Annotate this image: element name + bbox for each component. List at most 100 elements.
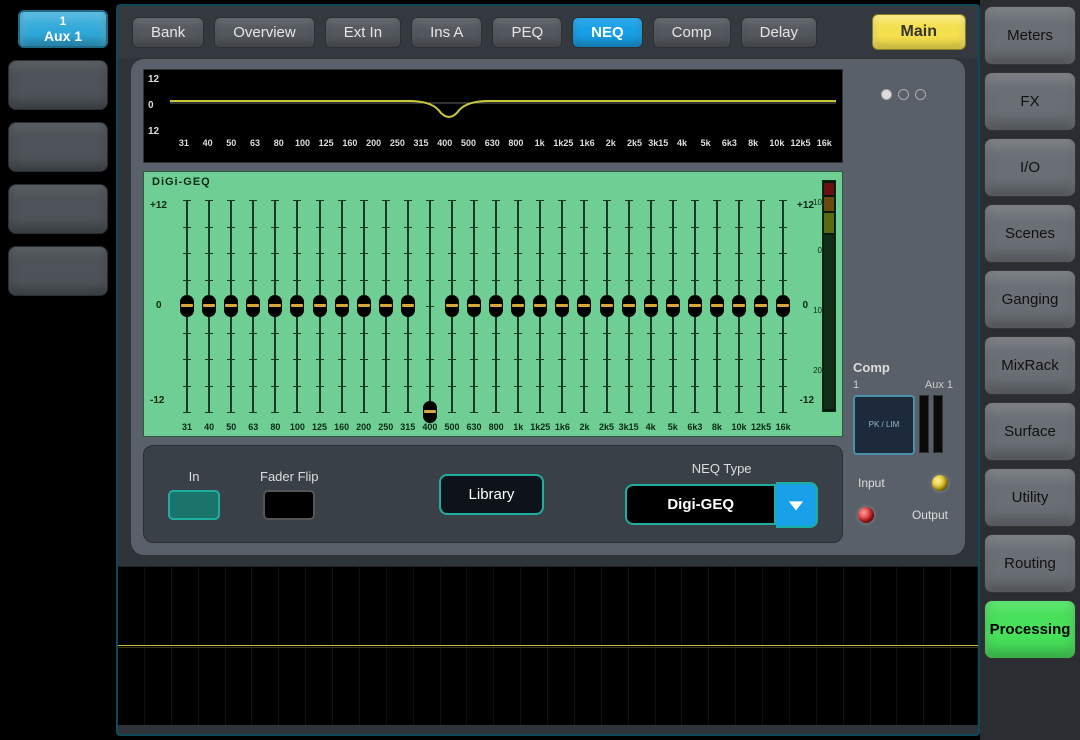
fader-knob-icon (379, 295, 393, 317)
meter-label: 10 (813, 306, 822, 315)
nav-processing[interactable]: Processing (984, 600, 1076, 659)
nav-routing[interactable]: Routing (984, 534, 1076, 593)
channel-name: Aux 1 (20, 28, 106, 44)
geq-fader[interactable] (375, 200, 397, 412)
freq-label: 8k (741, 138, 765, 148)
freq-label: 250 (385, 138, 409, 148)
tab-insa[interactable]: Ins A (411, 17, 482, 48)
freq-label: 100 (291, 138, 315, 148)
fader-knob-icon (335, 295, 349, 317)
fader-knob-icon (357, 295, 371, 317)
channel-slot[interactable] (8, 122, 108, 172)
geq-fader[interactable] (331, 200, 353, 412)
freq-label: 16k (812, 138, 836, 148)
freq-label: 31 (176, 422, 198, 432)
geq-fader[interactable] (485, 200, 507, 412)
eq-response-curve[interactable]: 12 0 12 31405063801001251602002503154005… (143, 69, 843, 163)
geq-fader[interactable] (573, 200, 595, 412)
fader-knob-icon (644, 295, 658, 317)
nav-meters[interactable]: Meters (984, 6, 1076, 65)
freq-label: 31 (172, 138, 196, 148)
geq-fader[interactable] (772, 200, 794, 412)
geq-fader[interactable] (176, 200, 198, 412)
nav-utility[interactable]: Utility (984, 468, 1076, 527)
freq-label: 63 (242, 422, 264, 432)
geq-fader[interactable] (198, 200, 220, 412)
dot-icon (915, 89, 926, 100)
fader-knob-icon (313, 295, 327, 317)
fader-flip-label: Fader Flip (260, 469, 319, 484)
freq-label: 1k6 (551, 422, 573, 432)
fader-knob-icon (754, 295, 768, 317)
geq-fader[interactable] (419, 200, 441, 412)
comp-meter (933, 395, 943, 453)
freq-label: 5k (694, 138, 718, 148)
curve-scale-top: 12 (148, 74, 159, 85)
geq-fader[interactable] (684, 200, 706, 412)
freq-label: 160 (331, 422, 353, 432)
channel-slot[interactable] (8, 184, 108, 234)
tab-overview[interactable]: Overview (214, 17, 315, 48)
page-dots[interactable] (881, 89, 926, 100)
tab-extin[interactable]: Ext In (325, 17, 401, 48)
freq-label: 250 (375, 422, 397, 432)
channel-slot[interactable] (8, 60, 108, 110)
fader-knob-icon (246, 295, 260, 317)
output-led-icon (858, 507, 874, 523)
geq-fader[interactable] (220, 200, 242, 412)
geq-fader[interactable] (640, 200, 662, 412)
geq-fader[interactable] (308, 200, 330, 412)
neq-type-dropdown[interactable] (776, 482, 818, 528)
fader-knob-icon (511, 295, 525, 317)
geq-fader[interactable] (618, 200, 640, 412)
fader-knob-icon (710, 295, 724, 317)
comp-thumbnail[interactable]: PK / LIM (853, 395, 915, 455)
freq-label: 4k (640, 422, 662, 432)
freq-label: 630 (480, 138, 504, 148)
tab-comp[interactable]: Comp (653, 17, 731, 48)
tab-peq[interactable]: PEQ (492, 17, 562, 48)
geq-fader[interactable] (551, 200, 573, 412)
timeline-strip[interactable] (118, 566, 978, 725)
geq-fader[interactable] (264, 200, 286, 412)
fader-knob-icon (600, 295, 614, 317)
dot-icon (881, 89, 892, 100)
freq-label: 500 (441, 422, 463, 432)
geq-fader[interactable] (529, 200, 551, 412)
selected-channel[interactable]: 1 Aux 1 (18, 10, 108, 48)
nav-ganging[interactable]: Ganging (984, 270, 1076, 329)
tab-bank[interactable]: Bank (132, 17, 204, 48)
nav-mixrack[interactable]: MixRack (984, 336, 1076, 395)
in-toggle[interactable] (168, 490, 220, 520)
fader-knob-icon (401, 295, 415, 317)
channel-slot[interactable] (8, 246, 108, 296)
tab-neq[interactable]: NEQ (572, 17, 643, 48)
comp-index: 1 (853, 379, 859, 391)
nav-io[interactable]: I/O (984, 138, 1076, 197)
geq-fader[interactable] (286, 200, 308, 412)
geq-fader[interactable] (595, 200, 617, 412)
geq-fader[interactable] (706, 200, 728, 412)
nav-scenes[interactable]: Scenes (984, 204, 1076, 263)
geq-fader[interactable] (441, 200, 463, 412)
geq-fader[interactable] (353, 200, 375, 412)
fader-knob-icon (666, 295, 680, 317)
geq-fader[interactable] (507, 200, 529, 412)
geq-fader[interactable] (242, 200, 264, 412)
geq-fader[interactable] (728, 200, 750, 412)
main-button[interactable]: Main (872, 14, 966, 50)
meter-label: 0 (818, 246, 822, 255)
freq-label: 40 (198, 422, 220, 432)
library-button[interactable]: Library (439, 474, 545, 515)
nav-fx[interactable]: FX (984, 72, 1076, 131)
geq-fader[interactable] (397, 200, 419, 412)
geq-fader[interactable] (463, 200, 485, 412)
geq-fader[interactable] (662, 200, 684, 412)
fader-flip-toggle[interactable] (263, 490, 315, 520)
tab-delay[interactable]: Delay (741, 17, 817, 48)
fader-knob-icon (180, 295, 194, 317)
geq-fader[interactable] (750, 200, 772, 412)
freq-label: 400 (433, 138, 457, 148)
freq-label: 2k5 (595, 422, 617, 432)
nav-surface[interactable]: Surface (984, 402, 1076, 461)
